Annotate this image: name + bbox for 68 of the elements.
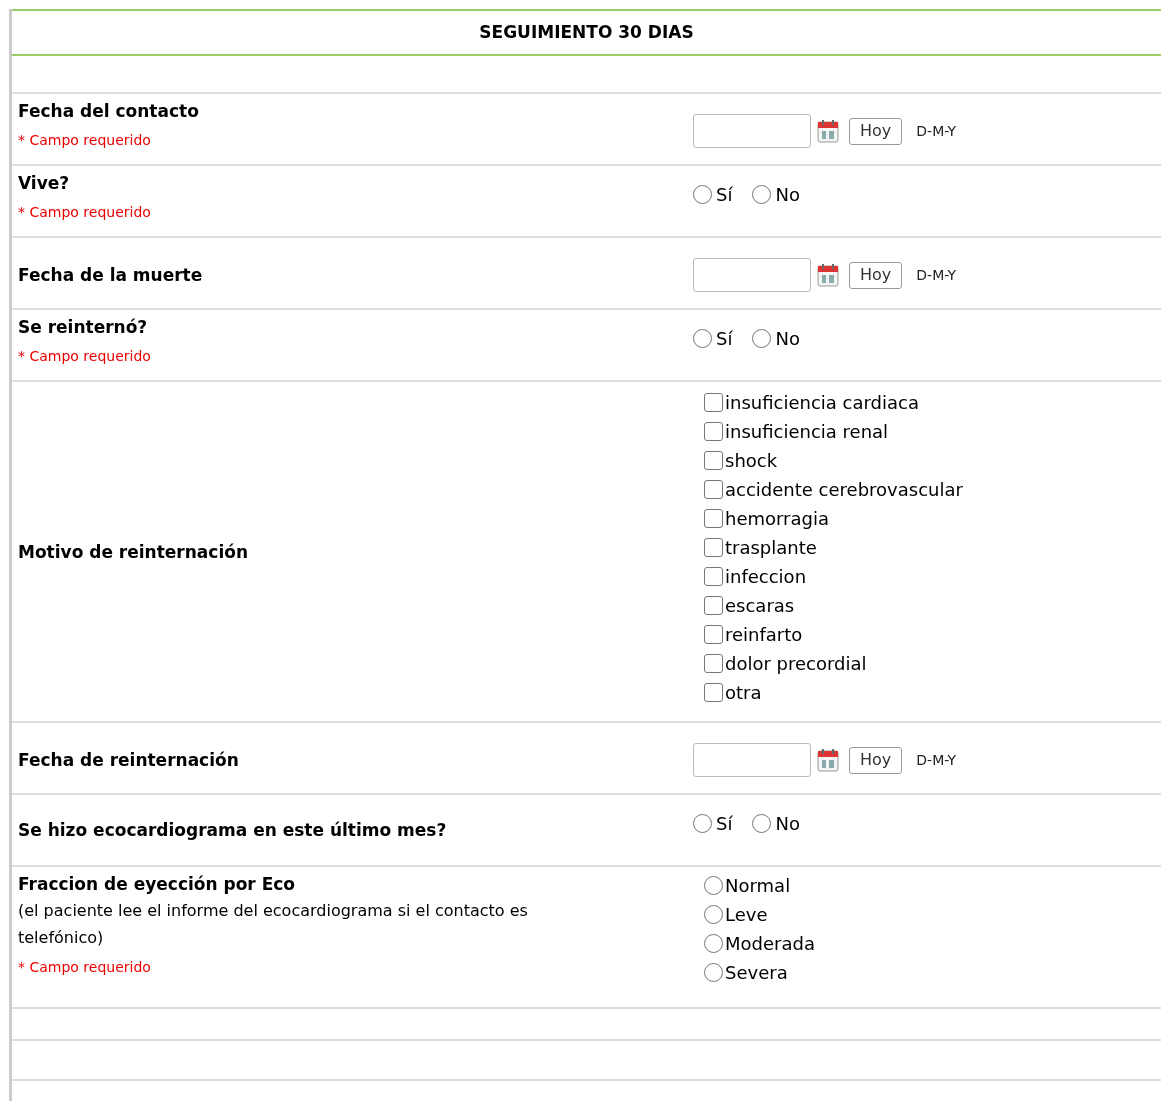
option-label: shock: [725, 449, 778, 473]
date-field[interactable]: [693, 258, 811, 292]
option-label: otra: [725, 681, 762, 705]
date-format-text: D-M-Y: [916, 750, 957, 770]
checkbox[interactable]: [704, 393, 723, 412]
checkbox[interactable]: [704, 625, 723, 644]
date-format-text: D-M-Y: [916, 265, 957, 285]
radio-button[interactable]: [704, 963, 723, 982]
checkbox[interactable]: [704, 480, 723, 499]
option-label: insuficiencia renal: [725, 420, 889, 444]
date-field[interactable]: [693, 114, 811, 148]
field-label: Fraccion de eyección por Eco: [18, 873, 297, 896]
section-title: SEGUIMIENTO 30 DIAS: [479, 20, 694, 44]
today-button[interactable]: Hoy: [849, 261, 903, 289]
today-button[interactable]: Hoy: [849, 117, 903, 145]
calendar-icon[interactable]: [817, 119, 839, 143]
checkbox[interactable]: [704, 567, 723, 586]
required-text: * Campo requerido: [18, 203, 152, 222]
field-note: (el paciente lee el informe del ecocardiograma si el contacto es telefónico): [18, 900, 529, 949]
checkbox[interactable]: [704, 509, 723, 528]
radio-button[interactable]: [693, 329, 712, 348]
required-text: * Campo requerido: [18, 347, 152, 366]
option-label: hemorragia: [725, 507, 829, 531]
required-text: * Campo requerido: [18, 958, 152, 977]
radio-button[interactable]: [693, 814, 712, 833]
option-label: accidente cerebrovascular: [725, 478, 963, 502]
field-label: Fecha de reinternación: [18, 749, 240, 772]
option-label: infeccion: [725, 565, 807, 589]
option-label: Severa: [725, 961, 788, 985]
checkbox[interactable]: [704, 654, 723, 673]
radio-button[interactable]: [752, 185, 772, 204]
option-label: escaras: [725, 594, 795, 618]
calendar-icon[interactable]: [817, 263, 839, 287]
option-label: dolor precordial: [725, 652, 867, 676]
option-label: Sí: [716, 812, 733, 836]
field-label: Fecha de la muerte: [18, 264, 204, 287]
radio-button[interactable]: [752, 329, 772, 348]
checkbox[interactable]: [704, 538, 723, 557]
field-label: Fecha del contacto: [18, 100, 200, 123]
option-label: insuficiencia cardiaca: [725, 391, 919, 415]
option-label: Normal: [725, 874, 791, 898]
field-label: Vive?: [18, 172, 71, 195]
option-label: No: [775, 327, 800, 351]
required-text: * Campo requerido: [18, 131, 152, 150]
field-label: Motivo de reinternación: [18, 540, 249, 564]
option-label: Moderada: [725, 932, 815, 956]
checkbox[interactable]: [704, 683, 723, 702]
date-field[interactable]: [693, 743, 811, 777]
radio-button[interactable]: [704, 905, 723, 924]
date-format-text: D-M-Y: [916, 121, 957, 141]
option-label: No: [775, 812, 800, 836]
calendar-icon[interactable]: [817, 748, 839, 772]
today-button[interactable]: Hoy: [849, 746, 903, 774]
checkbox[interactable]: [704, 596, 723, 615]
option-label: trasplante: [725, 536, 817, 560]
option-label: Sí: [716, 327, 733, 351]
radio-button[interactable]: [704, 876, 723, 895]
checkbox[interactable]: [704, 422, 723, 441]
option-label: Sí: [716, 183, 733, 207]
field-label: Se reinternó?: [18, 316, 149, 339]
option-label: reinfarto: [725, 623, 803, 647]
option-label: No: [775, 183, 800, 207]
checkbox[interactable]: [704, 451, 723, 470]
option-label: Leve: [725, 903, 768, 927]
radio-button[interactable]: [704, 934, 723, 953]
field-label: Se hizo ecocardiograma en este último mes?: [18, 819, 448, 842]
radio-button[interactable]: [693, 185, 712, 204]
radio-button[interactable]: [752, 814, 772, 833]
